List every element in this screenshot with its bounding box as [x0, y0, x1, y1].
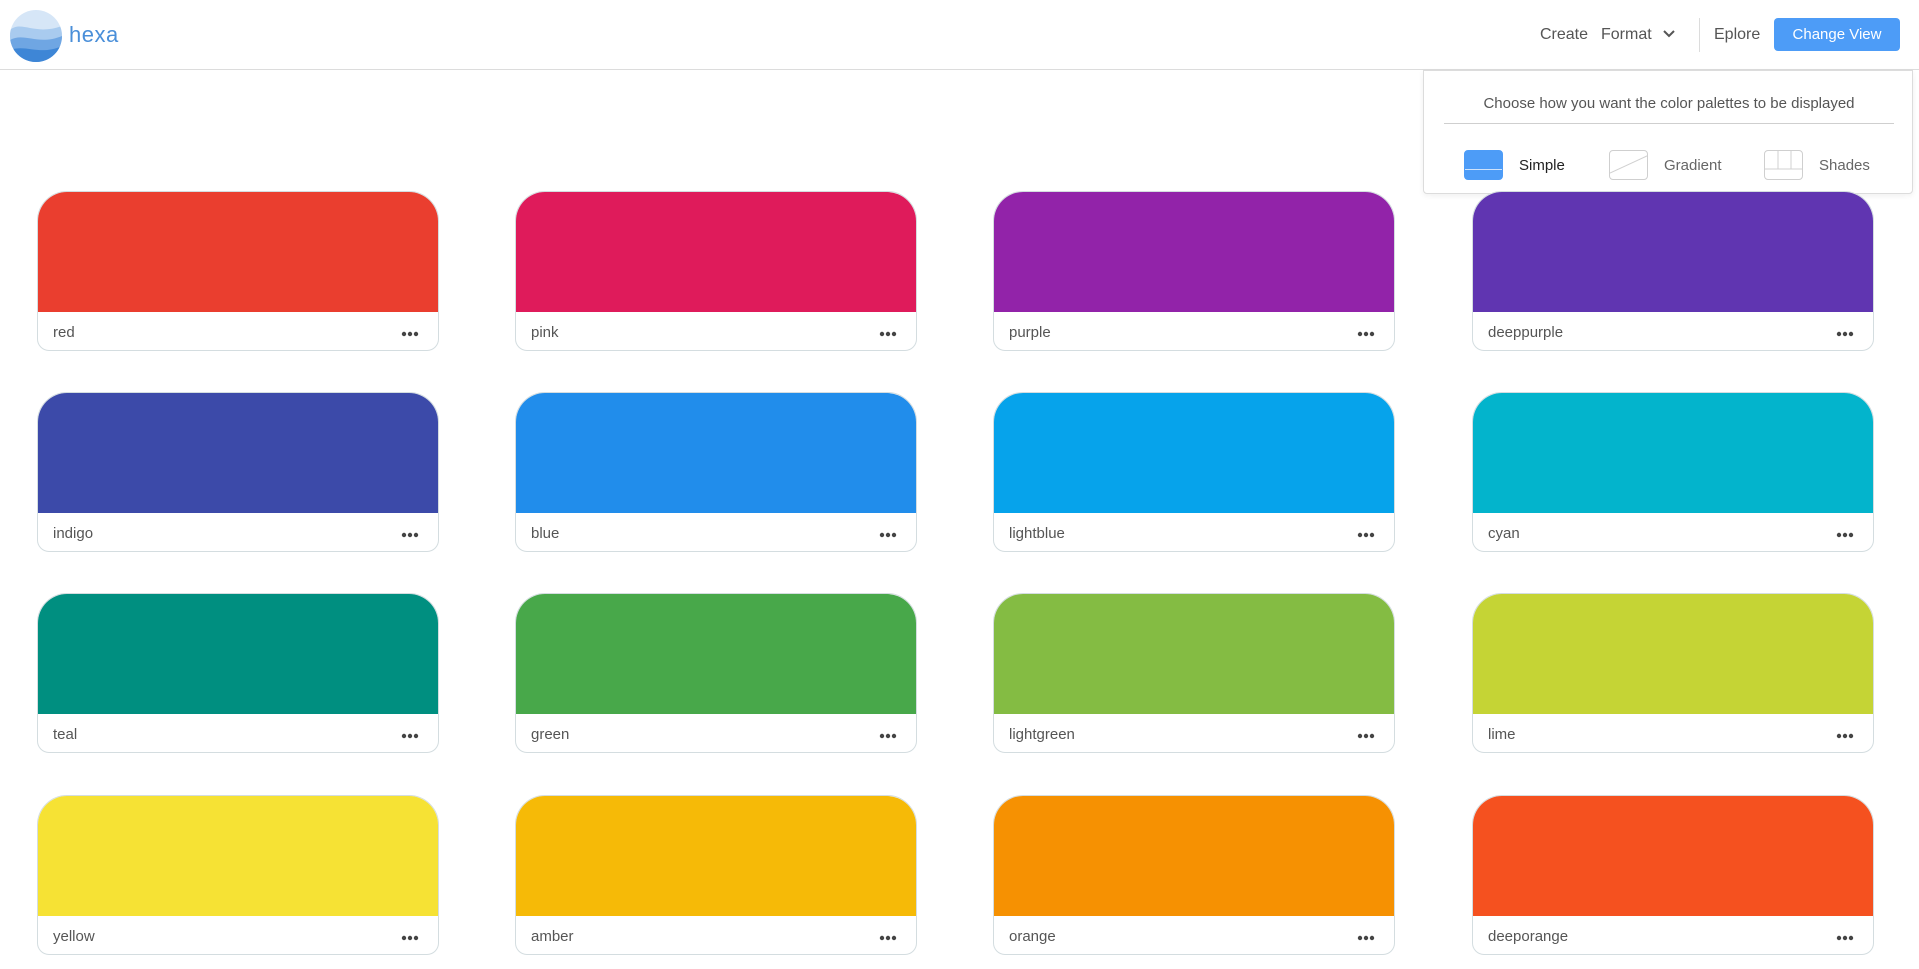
view-option-label: Simple	[1519, 156, 1565, 174]
more-horizontal-icon[interactable]	[1831, 726, 1859, 746]
palette-name: yellow	[53, 928, 95, 945]
palette-card[interactable]: amber	[515, 795, 917, 955]
simple-view-icon	[1464, 150, 1503, 180]
more-horizontal-icon[interactable]	[874, 928, 902, 948]
more-horizontal-icon[interactable]	[1831, 928, 1859, 948]
palette-name: teal	[53, 726, 78, 743]
palette-swatch[interactable]	[994, 594, 1394, 714]
more-horizontal-icon[interactable]	[1831, 324, 1859, 344]
palette-name: lightgreen	[1009, 726, 1075, 743]
palette-card[interactable]: lightblue	[993, 392, 1395, 552]
palette-swatch[interactable]	[38, 796, 438, 916]
palette-name: cyan	[1488, 525, 1520, 542]
palette-swatch[interactable]	[516, 192, 916, 312]
palette-swatch[interactable]	[38, 594, 438, 714]
palette-name: deeppurple	[1488, 324, 1564, 341]
palette-card[interactable]: teal	[37, 593, 439, 753]
more-horizontal-icon[interactable]	[396, 726, 424, 746]
more-horizontal-icon[interactable]	[874, 726, 902, 746]
palette-card[interactable]: cyan	[1472, 392, 1874, 552]
palette-name: red	[53, 324, 75, 341]
more-horizontal-icon[interactable]	[396, 525, 424, 545]
view-option-gradient[interactable]: Gradient	[1609, 149, 1722, 181]
palette-name: indigo	[53, 525, 94, 542]
more-horizontal-icon[interactable]	[396, 928, 424, 948]
view-option-label: Shades	[1819, 156, 1870, 174]
palette-swatch[interactable]	[1473, 192, 1873, 312]
palette-name: orange	[1009, 928, 1056, 945]
palette-swatch[interactable]	[994, 393, 1394, 513]
palette-card[interactable]: deeppurple	[1472, 191, 1874, 351]
palette-name: lime	[1488, 726, 1516, 743]
change-view-popover: Choose how you want the color palettes t…	[1423, 70, 1913, 194]
palette-name: amber	[531, 928, 574, 945]
hexa-logo-icon[interactable]	[10, 10, 62, 62]
brand-name[interactable]: hexa	[69, 22, 119, 48]
palette-swatch[interactable]	[516, 796, 916, 916]
shades-view-icon	[1764, 150, 1803, 180]
more-horizontal-icon[interactable]	[1352, 726, 1380, 746]
palette-card[interactable]: lightgreen	[993, 593, 1395, 753]
chevron-down-icon	[1662, 26, 1676, 44]
palette-swatch[interactable]	[1473, 393, 1873, 513]
palette-card[interactable]: orange	[993, 795, 1395, 955]
palette-swatch[interactable]	[994, 796, 1394, 916]
palette-name: purple	[1009, 324, 1051, 341]
palette-card[interactable]: deeporange	[1472, 795, 1874, 955]
palette-swatch[interactable]	[1473, 594, 1873, 714]
more-horizontal-icon[interactable]	[396, 324, 424, 344]
more-horizontal-icon[interactable]	[1352, 928, 1380, 948]
more-horizontal-icon[interactable]	[874, 324, 902, 344]
popover-title: Choose how you want the color palettes t…	[1483, 95, 1855, 112]
nav-create-link[interactable]: Create	[1540, 0, 1588, 70]
more-horizontal-icon[interactable]	[1352, 525, 1380, 545]
palette-name: deeporange	[1488, 928, 1569, 945]
popover-divider	[1444, 123, 1894, 124]
palette-card[interactable]: pink	[515, 191, 917, 351]
palette-name: pink	[531, 324, 559, 341]
palette-card[interactable]: yellow	[37, 795, 439, 955]
palette-swatch[interactable]	[516, 393, 916, 513]
palette-card[interactable]: red	[37, 191, 439, 351]
palette-name: blue	[531, 525, 560, 542]
more-horizontal-icon[interactable]	[1831, 525, 1859, 545]
nav-format-label: Format	[1601, 26, 1652, 43]
more-horizontal-icon[interactable]	[874, 525, 902, 545]
more-horizontal-icon[interactable]	[1352, 324, 1380, 344]
view-option-label: Gradient	[1664, 156, 1722, 174]
palette-card[interactable]: green	[515, 593, 917, 753]
palette-swatch[interactable]	[38, 393, 438, 513]
palette-swatch[interactable]	[38, 192, 438, 312]
gradient-view-icon	[1609, 150, 1648, 180]
top-navbar: hexa Create Format Eplore Change View	[0, 0, 1919, 70]
change-view-button[interactable]: Change View	[1774, 18, 1900, 51]
palette-card[interactable]: lime	[1472, 593, 1874, 753]
palette-swatch[interactable]	[1473, 796, 1873, 916]
nav-divider	[1699, 18, 1700, 52]
palette-card[interactable]: blue	[515, 392, 917, 552]
palette-card[interactable]: purple	[993, 191, 1395, 351]
nav-format-dropdown[interactable]: Format	[1601, 0, 1676, 70]
palette-name: lightblue	[1009, 525, 1065, 542]
palette-swatch[interactable]	[516, 594, 916, 714]
palette-swatch[interactable]	[994, 192, 1394, 312]
palette-name: green	[531, 726, 570, 743]
view-option-shades[interactable]: Shades	[1764, 149, 1870, 181]
palette-card[interactable]: indigo	[37, 392, 439, 552]
nav-explore-link[interactable]: Eplore	[1714, 0, 1760, 70]
view-option-simple[interactable]: Simple	[1464, 149, 1565, 181]
